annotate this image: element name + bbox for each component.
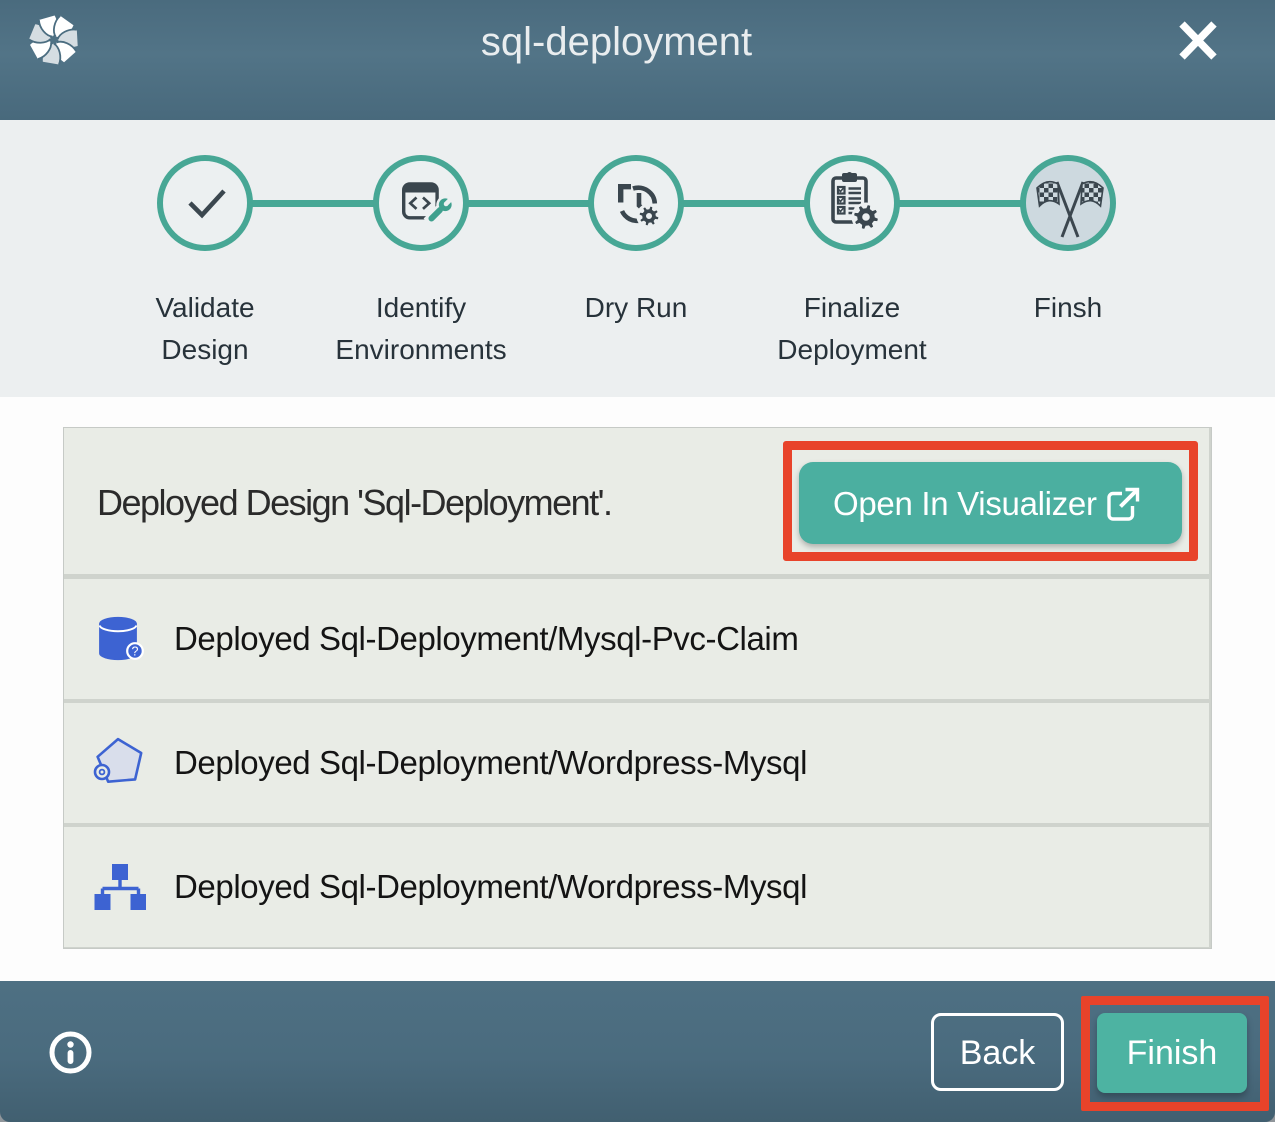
svg-text:?: ? <box>132 645 139 659</box>
